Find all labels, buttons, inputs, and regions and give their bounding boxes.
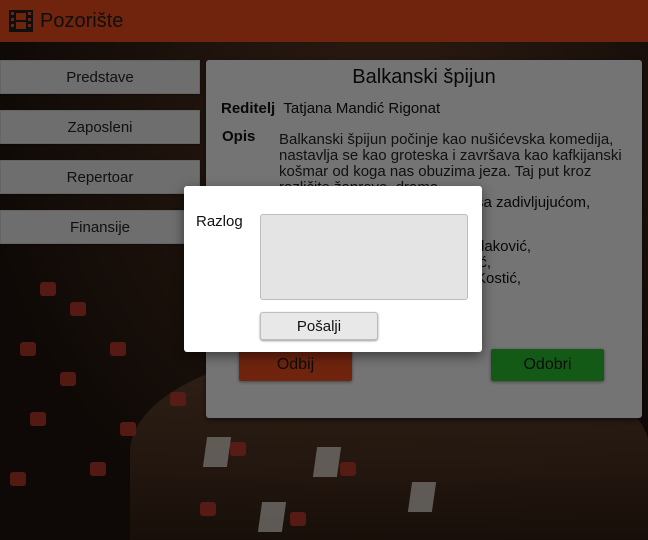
send-button[interactable]: Pošalji bbox=[260, 312, 378, 340]
reason-dialog: Razlog Pošalji bbox=[184, 186, 482, 352]
reason-label: Razlog bbox=[196, 213, 243, 230]
reason-textarea[interactable] bbox=[260, 214, 468, 300]
